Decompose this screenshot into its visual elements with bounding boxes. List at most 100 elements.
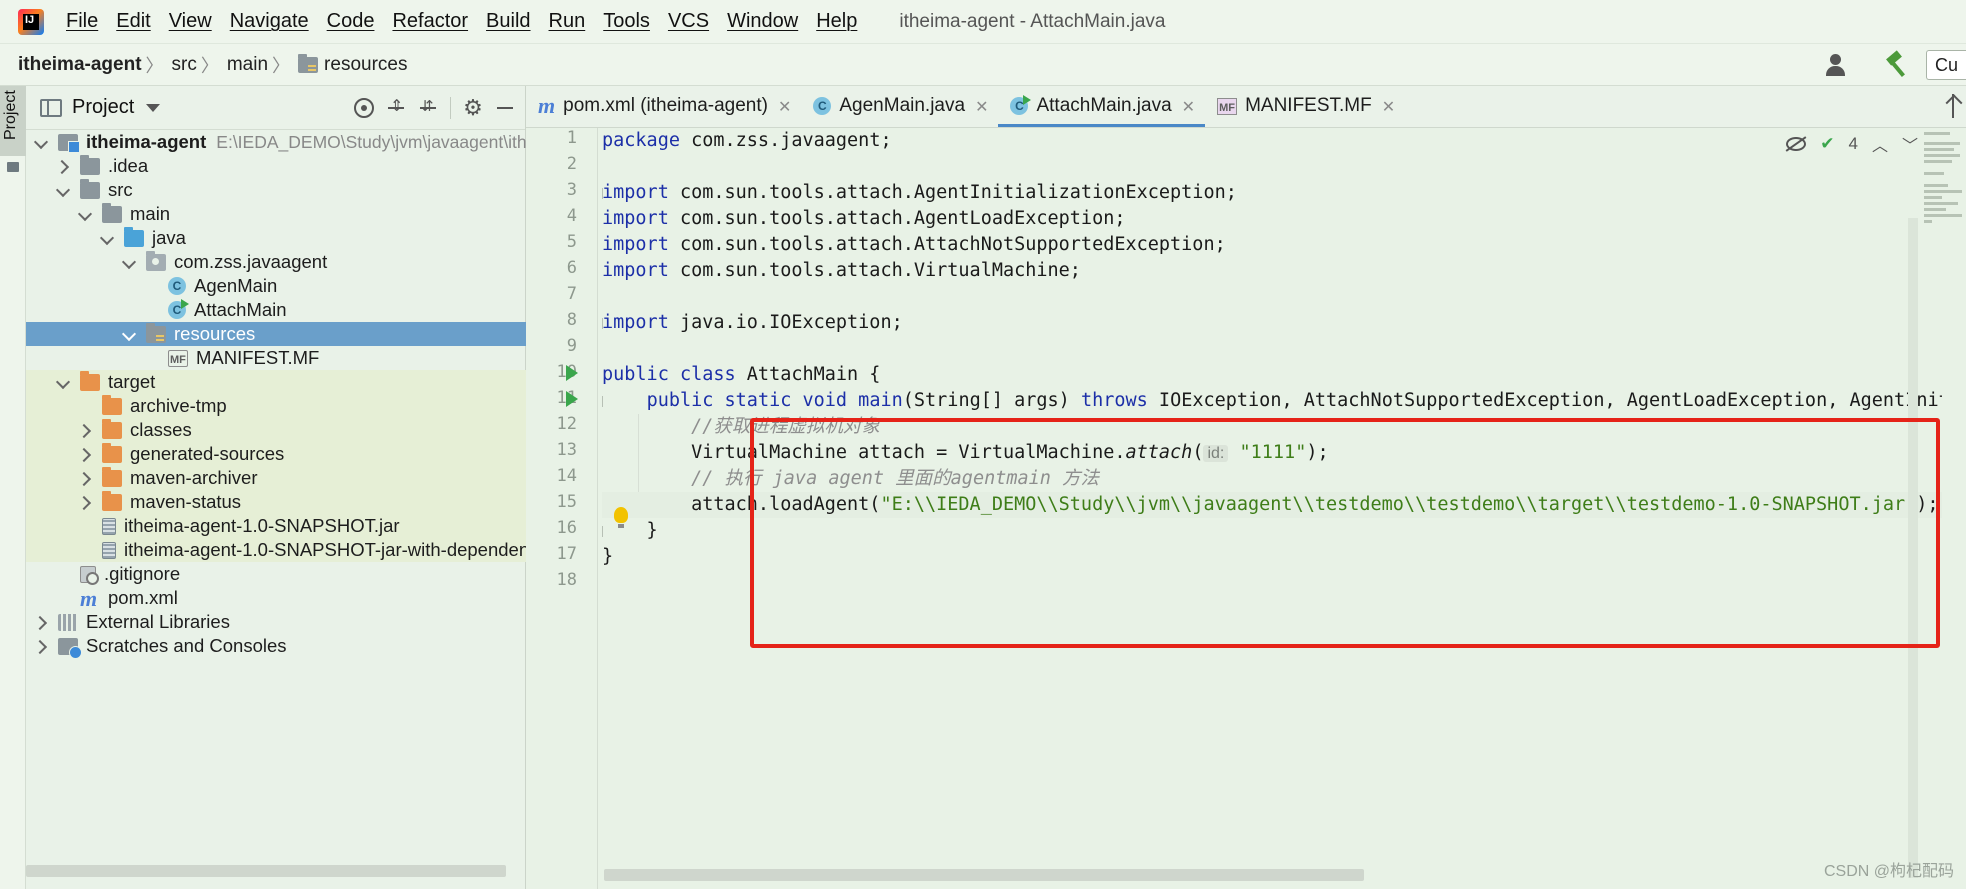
- run-configuration-dropdown[interactable]: Cu: [1926, 50, 1966, 80]
- tree-row-gitignore[interactable]: .gitignore: [26, 562, 526, 586]
- chevron-right-icon: 〉: [200, 55, 219, 76]
- build-hammer-icon[interactable]: [1884, 52, 1910, 78]
- chevron-down-icon[interactable]: ﹀: [1902, 132, 1918, 156]
- close-icon[interactable]: ✕: [1382, 97, 1395, 116]
- chevron-down-icon[interactable]: [146, 103, 161, 112]
- tree-row-classes[interactable]: classes: [26, 418, 526, 442]
- tree-row-maven-archiver[interactable]: maven-archiver: [26, 466, 526, 490]
- tab-agenmain[interactable]: C AgenMain.java ✕: [801, 85, 998, 127]
- tree-row-archive-tmp[interactable]: archive-tmp: [26, 394, 526, 418]
- run-class-icon[interactable]: [566, 365, 578, 381]
- chevron-down-icon[interactable]: [100, 231, 114, 245]
- line-number: 6: [566, 258, 577, 278]
- breadcrumb-src[interactable]: src: [172, 54, 197, 76]
- tab-label: AgenMain.java: [839, 95, 966, 116]
- folder-icon: [80, 154, 100, 175]
- chevron-right-icon[interactable]: [78, 471, 92, 485]
- chevron-down-icon[interactable]: [56, 375, 70, 389]
- breadcrumb-main[interactable]: main: [227, 54, 268, 76]
- tab-attachmain[interactable]: C AttachMain.java ✕: [998, 85, 1205, 127]
- breadcrumb-resources[interactable]: resources: [324, 54, 407, 76]
- java-class-icon: C: [168, 277, 186, 295]
- project-panel-title[interactable]: Project: [72, 96, 134, 119]
- chevron-right-icon[interactable]: [78, 495, 92, 509]
- folder-icon: [102, 202, 122, 223]
- run-main-icon[interactable]: [566, 391, 578, 407]
- menu-code[interactable]: Code: [327, 10, 375, 33]
- chevron-down-icon[interactable]: [34, 135, 48, 149]
- menu-navigate[interactable]: Navigate: [230, 10, 309, 33]
- tree-row-src[interactable]: src: [26, 178, 526, 202]
- editor-horizontal-scrollbar[interactable]: [604, 869, 1364, 881]
- tree-label: pom.xml: [108, 587, 178, 608]
- tree-row-deps-jar[interactable]: itheima-agent-1.0-SNAPSHOT-jar-with-depe…: [26, 538, 588, 562]
- chevron-up-icon[interactable]: ︿: [1872, 132, 1888, 156]
- select-opened-file-icon[interactable]: [354, 98, 374, 118]
- chevron-down-icon[interactable]: [122, 255, 136, 269]
- tree-row-maven-status[interactable]: maven-status: [26, 490, 526, 514]
- tree-row-generated-sources[interactable]: generated-sources: [26, 442, 526, 466]
- tree-label: target: [108, 371, 156, 392]
- lightbulb-icon[interactable]: [614, 507, 628, 528]
- menu-edit[interactable]: Edit: [116, 10, 150, 33]
- annotation-highlight-box: [750, 418, 1940, 648]
- close-icon[interactable]: ✕: [975, 97, 988, 116]
- reader-mode-icon[interactable]: [1786, 137, 1807, 151]
- tree-row-module[interactable]: itheima-agent E:\IEDA_DEMO\Study\jvm\jav…: [26, 130, 614, 154]
- project-view-icon: [40, 98, 62, 117]
- code-line-5: import com.sun.tools.attach.AttachNotSup…: [602, 234, 1226, 255]
- tab-pom-xml[interactable]: m pom.xml (itheima-agent) ✕: [526, 85, 801, 127]
- menu-refactor[interactable]: Refactor: [392, 10, 468, 33]
- minimap-line: [1924, 148, 1954, 151]
- tree-label: MANIFEST.MF: [196, 347, 320, 368]
- inspection-widget[interactable]: ✔ 4 ︿ ﹀: [1786, 132, 1918, 156]
- menu-tools[interactable]: Tools: [603, 10, 650, 33]
- chevron-right-icon[interactable]: [56, 159, 70, 173]
- project-tool-window-tab[interactable]: Project: [0, 86, 26, 156]
- menu-help[interactable]: Help: [816, 10, 857, 33]
- gear-icon[interactable]: ⚙: [463, 96, 483, 121]
- tree-row-snapshot-jar[interactable]: itheima-agent-1.0-SNAPSHOT.jar: [26, 514, 526, 538]
- menu-file[interactable]: File: [66, 10, 98, 33]
- tab-manifest[interactable]: MF MANIFEST.MF ✕: [1205, 85, 1405, 127]
- menu-build[interactable]: Build: [486, 10, 530, 33]
- menu-view[interactable]: View: [169, 10, 212, 33]
- tree-row-external-libraries[interactable]: External Libraries: [26, 610, 526, 634]
- tree-row-package[interactable]: com.zss.javaagent: [26, 250, 526, 274]
- breadcrumb-project[interactable]: itheima-agent: [18, 54, 142, 76]
- chevron-right-icon[interactable]: [34, 615, 48, 629]
- menu-window[interactable]: Window: [727, 10, 798, 33]
- collapse-all-icon[interactable]: [418, 97, 438, 118]
- chevron-down-icon[interactable]: [56, 183, 70, 197]
- tree-row-agenmain[interactable]: C AgenMain: [26, 274, 526, 298]
- code-minimap[interactable]: [1920, 128, 1966, 268]
- project-horizontal-scrollbar[interactable]: [26, 865, 506, 877]
- chevron-down-icon[interactable]: [78, 207, 92, 221]
- tree-row-manifest[interactable]: MF MANIFEST.MF: [26, 346, 526, 370]
- hide-panel-icon[interactable]: [495, 98, 515, 118]
- tree-row-pom[interactable]: m pom.xml: [26, 586, 526, 610]
- tree-row-idea[interactable]: .idea: [26, 154, 526, 178]
- tree-row-target[interactable]: target: [26, 370, 526, 394]
- close-icon[interactable]: ✕: [1182, 97, 1195, 116]
- menu-run[interactable]: Run: [549, 10, 586, 33]
- tree-row-scratches[interactable]: Scratches and Consoles: [26, 634, 526, 659]
- chevron-down-icon[interactable]: [122, 327, 136, 341]
- tree-row-attachmain[interactable]: C AttachMain: [26, 298, 526, 322]
- tree-row-main[interactable]: main: [26, 202, 526, 226]
- menu-vcs[interactable]: VCS: [668, 10, 709, 33]
- chevron-right-icon[interactable]: [78, 423, 92, 437]
- expand-all-icon[interactable]: [386, 96, 406, 118]
- excluded-folder-icon: [102, 466, 122, 487]
- close-icon[interactable]: ✕: [778, 97, 791, 116]
- project-panel: Project ⚙ itheima-agent E:\IEDA_DEMO\Stu…: [26, 86, 614, 889]
- tab-overflow-icon[interactable]: [1948, 94, 1958, 118]
- excluded-folder-icon: [102, 442, 122, 463]
- tree-row-java[interactable]: java: [26, 226, 526, 250]
- line-number: 14: [556, 466, 577, 486]
- chevron-right-icon[interactable]: [78, 447, 92, 461]
- tree-row-resources[interactable]: resources: [26, 322, 526, 346]
- tree-label: classes: [130, 419, 192, 440]
- chevron-right-icon[interactable]: [34, 639, 48, 653]
- user-account-icon[interactable]: [1824, 53, 1854, 77]
